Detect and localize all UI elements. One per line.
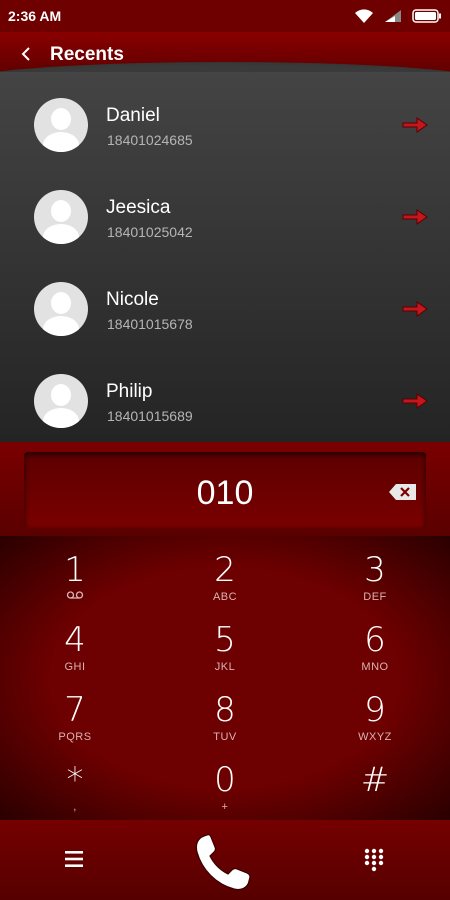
page-title: Recents <box>50 44 124 65</box>
key-9[interactable]: 9 WXYZ <box>300 682 450 752</box>
signal-icon <box>385 10 401 22</box>
key-digit: 9 <box>364 690 386 730</box>
contact-name: Philip <box>106 381 153 402</box>
key-digit: 8 <box>214 690 236 730</box>
contact-name: Nicole <box>106 289 159 310</box>
key-digit: 2 <box>214 550 236 590</box>
battery-icon <box>412 9 441 23</box>
key-0[interactable]: 0 + <box>150 752 300 822</box>
key-digit: 3 <box>364 550 386 590</box>
contact-item[interactable]: Philip 18401015689 <box>0 348 450 440</box>
status-time: 2:36 AM <box>8 8 62 24</box>
arrow-right-icon[interactable] <box>401 300 429 318</box>
avatar <box>34 374 88 428</box>
contact-name: Jeesica <box>106 197 171 218</box>
key-letters: ABC <box>212 591 238 603</box>
key-digit: 4 <box>64 620 86 660</box>
avatar <box>34 98 88 152</box>
recents-list: Daniel 18401024685 Jeesica 18401025042 N… <box>0 72 450 442</box>
dialed-number: 010 <box>196 474 254 512</box>
key-6[interactable]: 6 MNO <box>300 612 450 682</box>
key-letters: GHI <box>64 661 86 673</box>
status-bar: 2:36 AM <box>0 0 450 32</box>
chevron-left-icon <box>21 47 30 61</box>
arrow-right-icon[interactable] <box>401 116 429 134</box>
key-8[interactable]: 8 TUV <box>150 682 300 752</box>
key-digit: 7 <box>64 690 86 730</box>
key-digit: 0 <box>214 760 236 800</box>
key-letters: TUV <box>213 731 237 743</box>
dialpad-icon[interactable] <box>362 848 386 872</box>
key-letters: DEF <box>363 591 387 603</box>
key-star[interactable]: * , <box>0 752 150 822</box>
contact-number: 18401015689 <box>107 408 193 424</box>
wifi-icon <box>355 9 373 23</box>
phone-icon[interactable] <box>190 828 256 894</box>
key-letters: WXYZ <box>358 731 392 743</box>
back-button[interactable] <box>14 42 38 66</box>
status-icons <box>354 8 442 24</box>
key-digit: # <box>360 760 390 800</box>
key-5[interactable]: 5 JKL <box>150 612 300 682</box>
key-7[interactable]: 7 PQRS <box>0 682 150 752</box>
arrow-right-icon[interactable] <box>401 208 429 226</box>
key-4[interactable]: 4 GHI <box>0 612 150 682</box>
avatar <box>34 282 88 336</box>
key-digit: 5 <box>214 620 236 660</box>
key-letters: MNO <box>361 661 389 673</box>
dial-display: 010 <box>24 452 426 528</box>
key-letters: , <box>73 801 77 813</box>
backspace-icon[interactable] <box>388 482 418 502</box>
bottom-bar <box>0 820 450 900</box>
key-digit: 1 <box>64 550 86 590</box>
contact-item[interactable]: Jeesica 18401025042 <box>0 164 450 256</box>
key-3[interactable]: 3 DEF <box>300 542 450 612</box>
contact-number: 18401015678 <box>107 316 193 332</box>
dial-area: 010 <box>0 442 450 536</box>
contact-number: 18401024685 <box>107 132 193 148</box>
key-letters: + <box>221 801 229 813</box>
key-letters: JKL <box>214 661 236 673</box>
contact-item[interactable]: Daniel 18401024685 <box>0 72 450 164</box>
contact-name: Daniel <box>106 105 160 126</box>
keypad: 1 2 ABC 3 DEF 4 GHI 5 JKL 6 MNO 7 PQRS 8… <box>0 536 450 820</box>
arrow-right-icon[interactable] <box>401 392 429 410</box>
key-hash[interactable]: # <box>300 752 450 822</box>
key-letters: PQRS <box>58 731 92 743</box>
key-2[interactable]: 2 ABC <box>150 542 300 612</box>
key-digit: 6 <box>364 620 386 660</box>
voicemail-icon <box>66 591 84 599</box>
key-digit: * <box>66 760 84 800</box>
menu-icon[interactable] <box>62 848 86 870</box>
contact-number: 18401025042 <box>107 224 193 240</box>
contact-item[interactable]: Nicole 18401015678 <box>0 256 450 348</box>
avatar <box>34 190 88 244</box>
key-1[interactable]: 1 <box>0 542 150 612</box>
